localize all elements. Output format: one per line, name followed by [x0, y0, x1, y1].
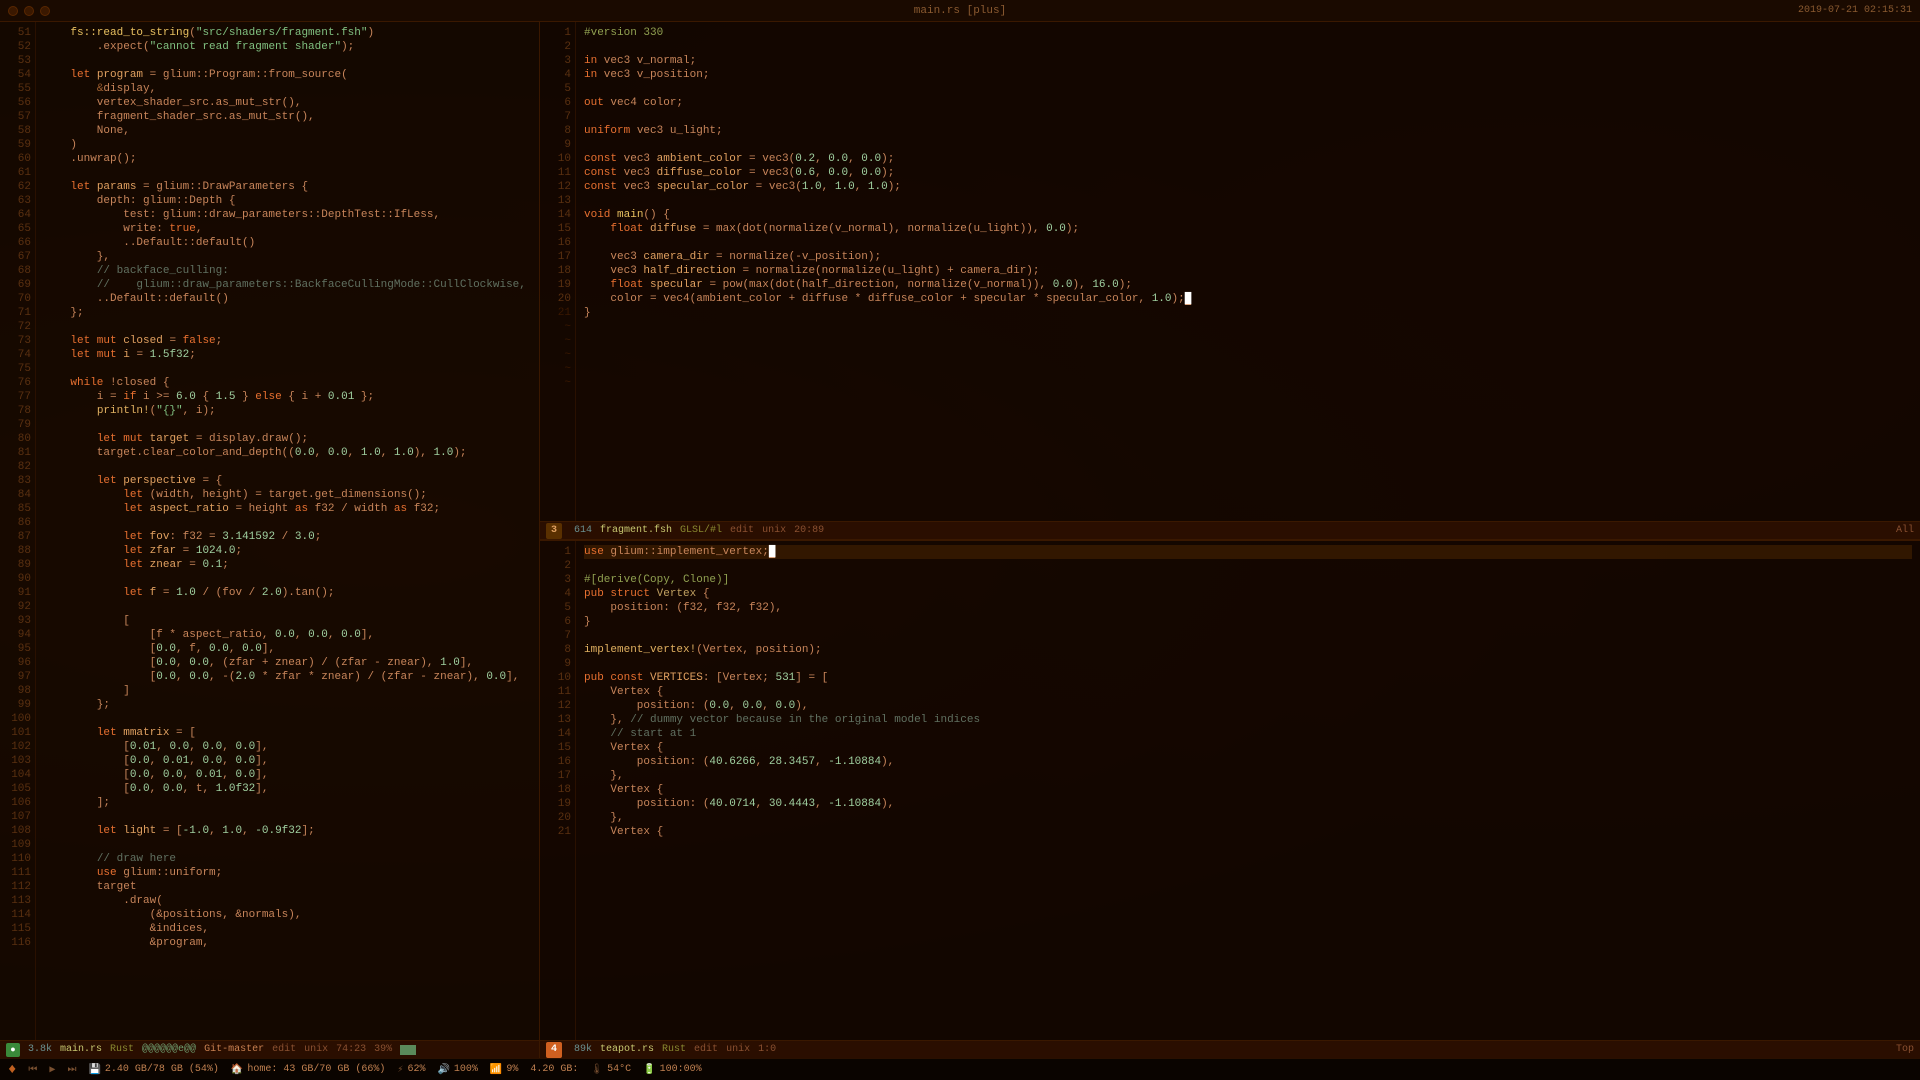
right-bottom-scroll: Top — [1896, 1044, 1914, 1055]
right-bottom-pane: 12345 678910 1112131415 1617181920 21 us… — [540, 541, 1920, 1058]
left-pane: 5152535455 5657585960 6162636465 6667686… — [0, 22, 540, 1058]
left-percent: 39% — [374, 1044, 392, 1055]
right-bottom-filename: teapot.rs — [600, 1044, 654, 1055]
bb-battery: 🔋 100:00% — [643, 1064, 701, 1076]
maximize-btn[interactable] — [40, 6, 50, 16]
right-bottom-position: 1:0 — [758, 1044, 776, 1055]
window-controls — [8, 6, 50, 16]
left-git-branch: Git-master — [204, 1044, 264, 1055]
left-status-bar: ● 3.8k main.rs Rust @@@@@@e@@ Git-master… — [0, 1040, 539, 1058]
right-pane: 12345 678910 1112131415 1617181920 21 ~~… — [540, 22, 1920, 1058]
bb-battery-value: 100:00% — [660, 1064, 702, 1075]
right-bottom-code-content[interactable]: 12345 678910 1112131415 1617181920 21 us… — [540, 541, 1920, 1040]
left-mode: edit — [272, 1044, 296, 1055]
right-top-code-content[interactable]: 12345 678910 1112131415 1617181920 21 ~~… — [540, 22, 1920, 521]
right-top-encoding: unix — [762, 525, 786, 536]
right-top-file-size: 614 — [574, 525, 592, 536]
bb-temp: 🌡 54°C — [590, 1064, 631, 1076]
right-bottom-pane-num: 4 — [546, 1042, 562, 1058]
left-file-size: 3.8k — [28, 1044, 52, 1055]
bb-temp-icon: 🌡 — [590, 1064, 603, 1076]
bb-wifi: 📶 9% — [490, 1064, 518, 1076]
bb-play-next[interactable]: ⏭ — [67, 1064, 76, 1076]
left-encoding: unix — [304, 1044, 328, 1055]
minimize-btn[interactable] — [24, 6, 34, 16]
left-pane-indicator: ● — [6, 1043, 20, 1057]
left-filename: main.rs — [60, 1044, 102, 1055]
bb-icon: ♦ — [8, 1062, 16, 1078]
bb-battery-icon: 🔋 — [643, 1064, 655, 1076]
right-bottom-encoding: unix — [726, 1044, 750, 1055]
right-top-line-numbers: 12345 678910 1112131415 1617181920 21 ~~… — [540, 22, 576, 521]
bb-volume-icon: 🔊 — [437, 1064, 449, 1076]
right-top-all: All — [1896, 525, 1914, 536]
bb-mem2: 4.20 GB: — [530, 1064, 578, 1075]
bb-volume-value: 100% — [454, 1064, 478, 1075]
right-bottom-code-text[interactable]: use glium::implement_vertex;█ #[derive(C… — [576, 541, 1920, 1040]
right-bottom-language: Rust — [662, 1044, 686, 1055]
right-top-pane: 12345 678910 1112131415 1617181920 21 ~~… — [540, 22, 1920, 541]
left-line-numbers: 5152535455 5657585960 6162636465 6667686… — [0, 22, 36, 1040]
bb-home: 🏠 home: 43 GB/70 GB (66%) — [231, 1064, 385, 1076]
bottom-bar: ♦ ⏮ ▶ ⏭ 💾 2.40 GB/78 GB (54%) 🏠 home: 43… — [0, 1058, 1920, 1080]
right-top-mode: edit — [730, 525, 754, 536]
bb-home-icon: 🏠 — [231, 1064, 243, 1076]
bb-temp-value: 54°C — [607, 1064, 631, 1075]
right-bottom-line-numbers: 12345 678910 1112131415 1617181920 21 — [540, 541, 576, 1040]
right-top-language: GLSL/#l — [680, 525, 722, 536]
bb-volume: 🔊 100% — [437, 1064, 477, 1076]
left-position: 74:23 — [336, 1044, 366, 1055]
bb-ram-icon: 💾 — [88, 1064, 100, 1076]
bb-wifi-icon: 📶 — [490, 1064, 502, 1076]
bb-cpu: ⚡ 62% — [397, 1064, 425, 1076]
bb-mem2-value: 4.20 GB: — [530, 1064, 578, 1075]
datetime: 2019-07-21 02:15:31 — [1798, 5, 1912, 16]
left-code-content[interactable]: 5152535455 5657585960 6162636465 6667686… — [0, 22, 539, 1040]
editor-area: 5152535455 5657585960 6162636465 6667686… — [0, 22, 1920, 1058]
right-top-code-text[interactable]: #version 330 in vec3 v_normal; in vec3 v… — [576, 22, 1920, 521]
bb-play-prev[interactable]: ⏮ — [28, 1064, 37, 1076]
right-bottom-mode: edit — [694, 1044, 718, 1055]
left-scroll-bar — [400, 1045, 416, 1055]
left-code-text[interactable]: fs::read_to_string("src/shaders/fragment… — [36, 22, 539, 1040]
left-language: Rust — [110, 1044, 134, 1055]
bb-ram-value: 2.40 GB/78 GB (54%) — [105, 1064, 219, 1075]
left-checksum: @@@@@@e@@ — [142, 1044, 196, 1055]
titlebar: main.rs [plus] 2019-07-21 02:15:31 — [0, 0, 1920, 22]
right-top-status-bar: 3 614 fragment.fsh GLSL/#l edit unix 20:… — [540, 521, 1920, 539]
bb-home-value: home: 43 GB/70 GB (66%) — [247, 1064, 385, 1075]
bb-play[interactable]: ▶ — [49, 1064, 55, 1076]
bb-wifi-value: 9% — [506, 1064, 518, 1075]
app: main.rs [plus] 2019-07-21 02:15:31 51525… — [0, 0, 1920, 1080]
close-btn[interactable] — [8, 6, 18, 16]
right-bottom-file-size: 89k — [574, 1044, 592, 1055]
bb-cpu-icon: ⚡ — [397, 1064, 403, 1076]
right-top-filename: fragment.fsh — [600, 525, 672, 536]
bb-ram: 💾 2.40 GB/78 GB (54%) — [88, 1064, 218, 1076]
right-bottom-status-bar: 4 89k teapot.rs Rust edit unix 1:0 Top — [540, 1040, 1920, 1058]
bb-cpu-value: 62% — [407, 1064, 425, 1075]
window-title: main.rs [plus] — [914, 5, 1006, 17]
right-top-pane-num: 3 — [546, 523, 562, 539]
right-top-position: 20:89 — [794, 525, 824, 536]
